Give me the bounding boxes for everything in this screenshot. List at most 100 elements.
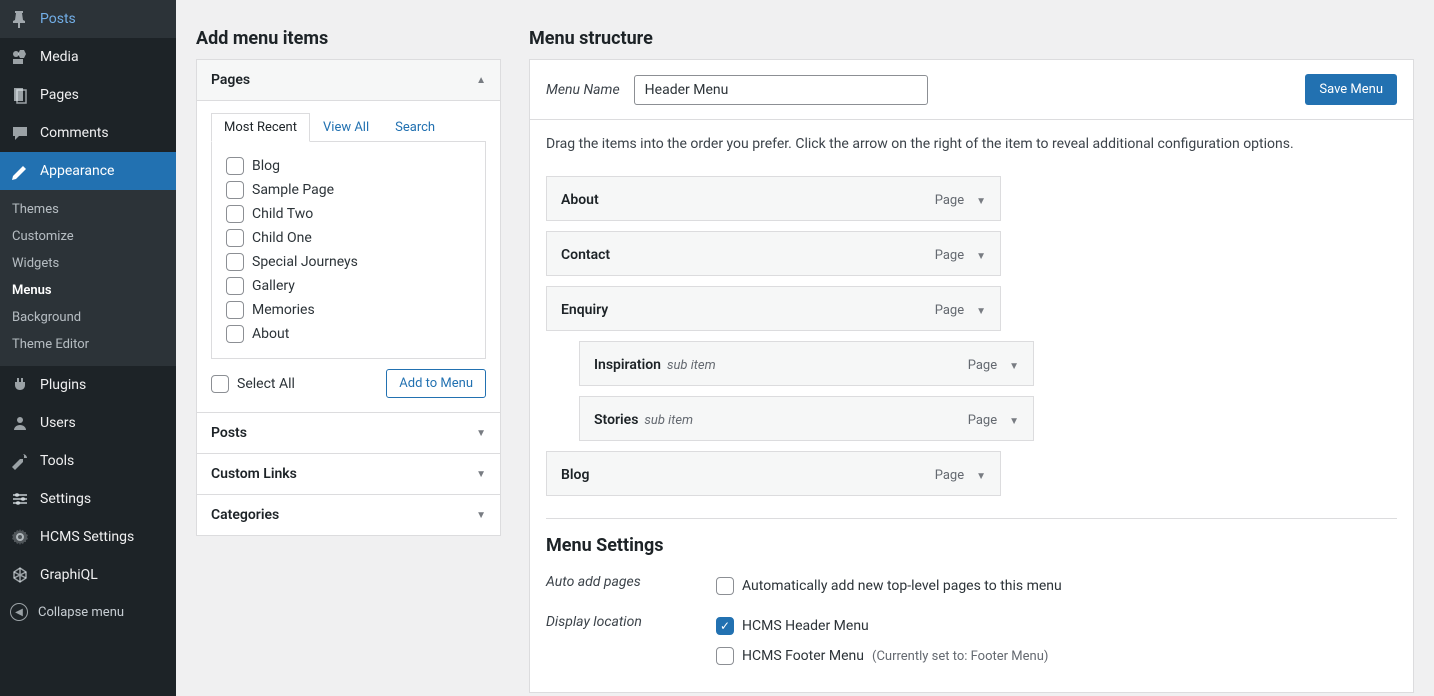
select-all-label: Select All <box>237 376 295 392</box>
menu-item-type: Page <box>968 358 997 373</box>
page-checkbox[interactable] <box>226 157 244 175</box>
page-row: Memories <box>226 298 471 322</box>
footer-menu-note: (Currently set to: Footer Menu) <box>872 649 1048 664</box>
comment-icon <box>10 123 30 143</box>
caret-down-icon: ▼ <box>476 510 486 521</box>
expand-caret-icon[interactable]: ▼ <box>1009 416 1019 427</box>
submenu-widgets[interactable]: Widgets <box>0 250 176 277</box>
footer-menu-checkbox[interactable] <box>716 647 734 665</box>
menu-panel: Menu Name Save Menu Drag the items into … <box>529 59 1414 693</box>
menu-panel-header: Menu Name Save Menu <box>530 60 1413 120</box>
page-checkbox[interactable] <box>226 181 244 199</box>
accordion-header-pages[interactable]: Pages▲ <box>197 60 500 100</box>
admin-sidebar: Posts Media Pages Comments Appearance ThemesC… <box>0 0 176 696</box>
accordion-header-posts[interactable]: Posts▼ <box>197 413 500 453</box>
add-menu-items-column: Add menu items Pages▲Most RecentView All… <box>196 12 501 676</box>
menu-structure-item[interactable]: EnquiryPage▼ <box>546 286 1001 331</box>
page-checkbox[interactable] <box>226 253 244 271</box>
sidebar-item-hcms-settings[interactable]: HCMS Settings <box>0 518 176 556</box>
sidebar-item-users[interactable]: Users <box>0 404 176 442</box>
expand-caret-icon[interactable]: ▼ <box>976 471 986 482</box>
sidebar-label: Appearance <box>40 163 114 179</box>
menu-item-type: Page <box>935 248 964 263</box>
caret-down-icon: ▼ <box>476 469 486 480</box>
pin-icon <box>10 9 30 29</box>
submenu-background[interactable]: Background <box>0 304 176 331</box>
menu-structure-item[interactable]: AboutPage▼ <box>546 176 1001 221</box>
sidebar-item-media[interactable]: Media <box>0 38 176 76</box>
sidebar-label: Posts <box>40 11 76 27</box>
expand-caret-icon[interactable]: ▼ <box>976 251 986 262</box>
page-checkbox[interactable] <box>226 325 244 343</box>
submenu-menus[interactable]: Menus <box>0 277 176 304</box>
menu-item-title: Enquiry <box>561 302 608 318</box>
accordion-categories: Categories▼ <box>196 494 501 536</box>
menu-name-input[interactable] <box>634 75 928 105</box>
menu-item-title: Contact <box>561 247 610 263</box>
display-location-row: Display location ✓ HCMS Header Menu HCMS… <box>546 606 1397 676</box>
page-checkbox[interactable] <box>226 205 244 223</box>
page-label: About <box>252 326 289 342</box>
expand-caret-icon[interactable]: ▼ <box>1009 361 1019 372</box>
menu-panel-body: Drag the items into the order you prefer… <box>530 120 1413 692</box>
page-row: Special Journeys <box>226 250 471 274</box>
save-menu-button[interactable]: Save Menu <box>1305 74 1397 105</box>
sub-item-label: sub item <box>644 413 693 428</box>
collapse-menu[interactable]: ◀Collapse menu <box>0 594 176 629</box>
sidebar-item-plugins[interactable]: Plugins <box>0 366 176 404</box>
menu-structure-item[interactable]: BlogPage▼ <box>546 451 1001 496</box>
pages-list: Blog Sample Page Child Two Child One Special… <box>211 141 486 359</box>
menu-structure-item[interactable]: Inspirationsub itemPage▼ <box>579 341 1034 386</box>
page-label: Child One <box>252 230 312 246</box>
page-label: Sample Page <box>252 182 334 198</box>
submenu-customize[interactable]: Customize <box>0 223 176 250</box>
pages-icon <box>10 85 30 105</box>
header-menu-checkbox[interactable]: ✓ <box>716 617 734 635</box>
accordion-pages: Pages▲ Most RecentView AllSearch Blog Sampl… <box>196 59 501 413</box>
accordion-header-custom-links[interactable]: Custom Links▼ <box>197 454 500 494</box>
appearance-submenu: ThemesCustomizeWidgetsMenusBackgroundThe… <box>0 190 176 366</box>
accordion-posts: Posts▼ <box>196 412 501 454</box>
page-row: Child Two <box>226 202 471 226</box>
expand-caret-icon[interactable]: ▼ <box>976 196 986 207</box>
menu-structure-item[interactable]: Contact Page ▼ <box>546 231 1001 276</box>
sidebar-item-posts[interactable]: Posts <box>0 0 176 38</box>
accordion-header-categories[interactable]: Categories▼ <box>197 495 500 535</box>
sidebar-item-appearance[interactable]: Appearance <box>0 152 176 190</box>
sidebar-item-graphiql[interactable]: GraphiQL <box>0 556 176 594</box>
sidebar-item-tools[interactable]: Tools <box>0 442 176 480</box>
sidebar-item-pages[interactable]: Pages <box>0 76 176 114</box>
sidebar-item-settings[interactable]: Settings <box>0 480 176 518</box>
add-to-menu-button[interactable]: Add to Menu <box>386 369 486 398</box>
submenu-themes[interactable]: Themes <box>0 196 176 223</box>
menu-structure-item[interactable]: Storiessub itemPage▼ <box>579 396 1034 441</box>
accordion-body-pages: Most RecentView AllSearch Blog Sample Page… <box>197 100 500 412</box>
page-checkbox[interactable] <box>226 277 244 295</box>
expand-caret-icon[interactable]: ▼ <box>976 306 986 317</box>
sidebar-label: Settings <box>40 491 91 507</box>
sidebar-label: Pages <box>40 87 79 103</box>
auto-add-label: Auto add pages <box>546 574 716 598</box>
appearance-icon <box>10 161 30 181</box>
page-label: Memories <box>252 302 315 318</box>
tab-search[interactable]: Search <box>382 113 448 142</box>
menu-item-title: Stories <box>594 412 638 428</box>
submenu-theme-editor[interactable]: Theme Editor <box>0 331 176 358</box>
display-location-label: Display location <box>546 614 716 668</box>
select-all-checkbox[interactable] <box>211 375 229 393</box>
users-icon <box>10 413 30 433</box>
sidebar-item-comments[interactable]: Comments <box>0 114 176 152</box>
tab-view-all[interactable]: View All <box>310 113 382 142</box>
sidebar-label: GraphiQL <box>40 567 98 583</box>
page-checkbox[interactable] <box>226 301 244 319</box>
page-label: Blog <box>252 158 280 174</box>
sidebar-label: Plugins <box>40 377 86 393</box>
pages-footer: Select All Add to Menu <box>197 359 500 412</box>
tab-most-recent[interactable]: Most Recent <box>211 113 310 142</box>
auto-add-checkbox[interactable] <box>716 577 734 595</box>
sub-item-label: sub item <box>667 358 716 373</box>
auto-add-text: Automatically add new top-level pages to… <box>742 578 1062 594</box>
page-label: Gallery <box>252 278 295 294</box>
footer-menu-text: HCMS Footer Menu <box>742 648 864 664</box>
page-checkbox[interactable] <box>226 229 244 247</box>
